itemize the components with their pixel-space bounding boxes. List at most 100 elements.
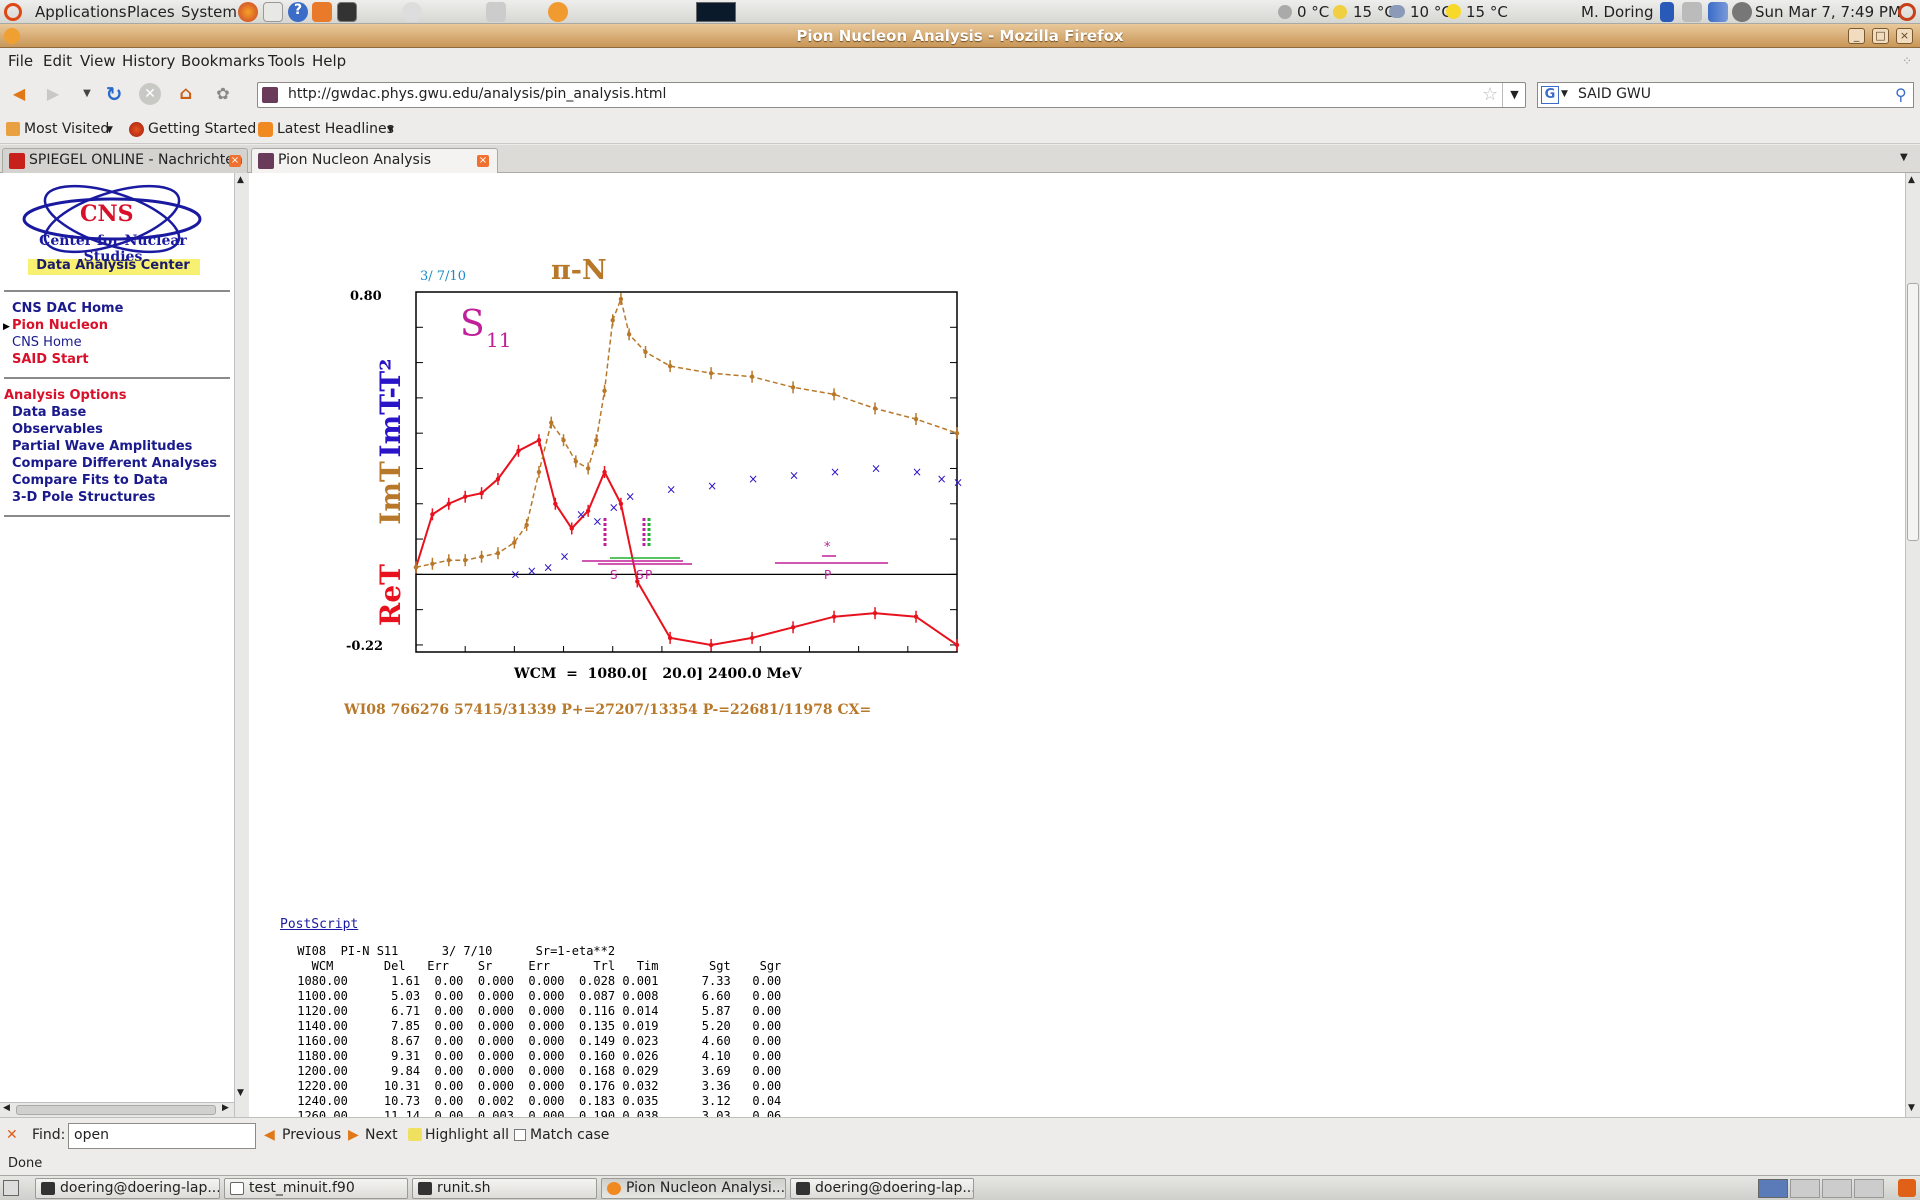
- terminal-launcher-icon[interactable]: [337, 2, 357, 22]
- postscript-link[interactable]: PostScript: [280, 917, 358, 932]
- search-icon[interactable]: ⚲: [1895, 85, 1907, 104]
- scroll-up-icon[interactable]: ▲: [1908, 175, 1915, 185]
- workspace-3[interactable]: [1822, 1179, 1852, 1198]
- show-desktop-icon[interactable]: [3, 1180, 19, 1196]
- search-input[interactable]: SAID GWU: [1578, 86, 1651, 102]
- option-observables[interactable]: Observables: [12, 422, 103, 437]
- find-previous-button[interactable]: Previous: [282, 1127, 341, 1143]
- match-case-label[interactable]: Match case: [530, 1127, 609, 1143]
- scroll-thumb[interactable]: [1907, 283, 1919, 541]
- menu-bookmarks[interactable]: Bookmarks: [181, 52, 265, 70]
- search-bar[interactable]: G ▼ SAID GWU ⚲: [1537, 82, 1914, 108]
- task-runit[interactable]: runit.sh: [412, 1178, 597, 1199]
- minimize-icon[interactable]: _: [1848, 28, 1865, 44]
- find-next-button[interactable]: Next: [365, 1127, 398, 1143]
- link-cns-home[interactable]: CNS Home: [12, 335, 82, 350]
- firefox-launcher-icon[interactable]: [238, 2, 258, 22]
- temp-4[interactable]: 15 °C: [1466, 3, 1508, 21]
- highlight-all-button[interactable]: Highlight all: [425, 1127, 509, 1143]
- url-dropdown-icon[interactable]: ▼: [1502, 83, 1526, 107]
- bookmark-getting-started[interactable]: Getting Started: [148, 121, 256, 137]
- temp-1[interactable]: 0 °C: [1297, 3, 1329, 21]
- option-compare-analyses[interactable]: Compare Different Analyses: [12, 456, 217, 471]
- home-icon[interactable]: ⌂: [175, 83, 197, 105]
- scroll-down-icon[interactable]: ▼: [1908, 1103, 1915, 1113]
- system-monitor-graph[interactable]: [696, 2, 736, 22]
- left-vscrollbar[interactable]: ▲ ▼: [234, 173, 249, 1117]
- menu-view[interactable]: View: [80, 52, 116, 70]
- link-said-start[interactable]: SAID Start: [12, 352, 89, 367]
- cns-logo[interactable]: CNS Center for Nuclear Studies Data Anal…: [8, 181, 218, 277]
- workspace-2[interactable]: [1790, 1179, 1820, 1198]
- task-terminal-1[interactable]: doering@doering-lap...: [35, 1178, 220, 1199]
- chevron-down-icon[interactable]: ▼: [387, 125, 394, 135]
- menu-history[interactable]: History: [122, 52, 175, 70]
- option-compare-fits[interactable]: Compare Fits to Data: [12, 473, 168, 488]
- task-terminal-2[interactable]: doering@doering-lap...: [790, 1178, 974, 1199]
- signal-strength-icon[interactable]: [1708, 2, 1728, 22]
- option-pole-structures[interactable]: 3-D Pole Structures: [12, 490, 155, 505]
- ubuntu-logo-icon[interactable]: [4, 3, 22, 21]
- bookmark-star-icon[interactable]: ☆: [1482, 84, 1498, 105]
- close-findbar-icon[interactable]: ✕: [6, 1127, 18, 1143]
- maximize-icon[interactable]: □: [1872, 28, 1889, 44]
- power-icon[interactable]: [1898, 3, 1916, 21]
- url-bar[interactable]: http://gwdac.phys.gwu.edu/analysis/pin_a…: [257, 82, 1526, 108]
- places-menu[interactable]: Places: [127, 3, 175, 21]
- google-engine-icon[interactable]: G: [1541, 86, 1559, 104]
- scroll-right-icon[interactable]: ▶: [222, 1103, 229, 1113]
- task-test-minuit[interactable]: test_minuit.f90: [224, 1178, 408, 1199]
- find-input[interactable]: open: [68, 1123, 256, 1149]
- scroll-down-icon[interactable]: ▼: [237, 1088, 244, 1098]
- close-tab-icon[interactable]: ×: [477, 155, 489, 167]
- tab-list-icon[interactable]: ▼: [1900, 152, 1908, 163]
- left-hscrollbar[interactable]: ◀ ▶: [0, 1102, 234, 1117]
- tab-spiegel[interactable]: SPIEGEL ONLINE - Nachrichten ×: [2, 148, 248, 173]
- forward-icon[interactable]: ▶: [42, 83, 64, 105]
- update-applet-icon[interactable]: [548, 2, 568, 22]
- close-icon[interactable]: ×: [1896, 28, 1913, 44]
- main-vscrollbar[interactable]: ▲ ▼: [1905, 173, 1920, 1117]
- menu-file[interactable]: File: [8, 52, 33, 70]
- history-dropdown-icon[interactable]: ▼: [76, 83, 98, 105]
- menu-tools[interactable]: Tools: [268, 52, 305, 70]
- trash-icon[interactable]: [1898, 1179, 1916, 1197]
- scroll-left-icon[interactable]: ◀: [3, 1103, 10, 1113]
- help-launcher-icon[interactable]: ?: [288, 2, 308, 22]
- clock[interactable]: Sun Mar 7, 7:49 PM: [1755, 3, 1901, 21]
- scroll-up-icon[interactable]: ▲: [237, 175, 244, 185]
- applications-menu[interactable]: Applications: [35, 3, 127, 21]
- engine-dropdown-icon[interactable]: ▼: [1561, 89, 1568, 99]
- printer-icon[interactable]: [1682, 2, 1702, 22]
- url-text[interactable]: http://gwdac.phys.gwu.edu/analysis/pin_a…: [288, 86, 666, 102]
- user-name[interactable]: M. Doring: [1581, 3, 1654, 21]
- volume-icon[interactable]: [1732, 2, 1752, 22]
- bookmark-most-visited[interactable]: Most Visited: [24, 121, 109, 137]
- back-icon[interactable]: ◀: [8, 83, 30, 105]
- workspace-switcher[interactable]: [1758, 1179, 1886, 1198]
- close-tab-icon[interactable]: ×: [229, 155, 241, 167]
- mail-launcher-icon[interactable]: [263, 2, 283, 22]
- link-cns-dac-home[interactable]: CNS DAC Home: [12, 301, 123, 316]
- reload-icon[interactable]: ↻: [103, 83, 125, 105]
- menu-edit[interactable]: Edit: [43, 52, 72, 70]
- network-applet-icon[interactable]: [486, 2, 506, 22]
- match-case-checkbox[interactable]: [514, 1129, 526, 1141]
- bookmark-latest-headlines[interactable]: Latest Headlines: [277, 121, 394, 137]
- chevron-down-icon[interactable]: ▼: [106, 125, 113, 135]
- workspace-4[interactable]: [1854, 1179, 1884, 1198]
- scroll-thumb[interactable]: [16, 1105, 216, 1115]
- extension-icon[interactable]: ✿: [212, 83, 234, 105]
- search-launcher-icon[interactable]: [402, 2, 422, 22]
- menu-help[interactable]: Help: [312, 52, 346, 70]
- system-menu[interactable]: System: [181, 3, 237, 21]
- stop-icon[interactable]: ✕: [139, 83, 161, 105]
- bluetooth-icon[interactable]: [1660, 2, 1674, 22]
- software-launcher-icon[interactable]: [312, 2, 332, 22]
- workspace-1[interactable]: [1758, 1179, 1788, 1198]
- task-firefox[interactable]: Pion Nucleon Analysi...: [601, 1178, 786, 1199]
- link-pion-nucleon[interactable]: Pion Nucleon: [12, 318, 108, 333]
- option-data-base[interactable]: Data Base: [12, 405, 86, 420]
- option-partial-wave-amplitudes[interactable]: Partial Wave Amplitudes: [12, 439, 192, 454]
- tab-pion-nucleon[interactable]: Pion Nucleon Analysis ×: [251, 148, 498, 174]
